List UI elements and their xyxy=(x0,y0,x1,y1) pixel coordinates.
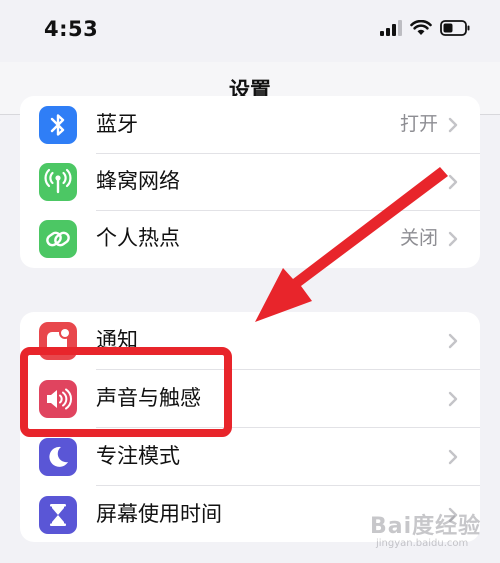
watermark-url: jingyan.baidu.com xyxy=(376,538,469,549)
annotation-arrow xyxy=(255,167,448,322)
watermark-brand: Bai度经验 xyxy=(370,514,482,539)
watermark-logo: Bai度经验 jingyan.baidu.com xyxy=(370,508,490,556)
annotation-highlight-box xyxy=(20,347,232,437)
